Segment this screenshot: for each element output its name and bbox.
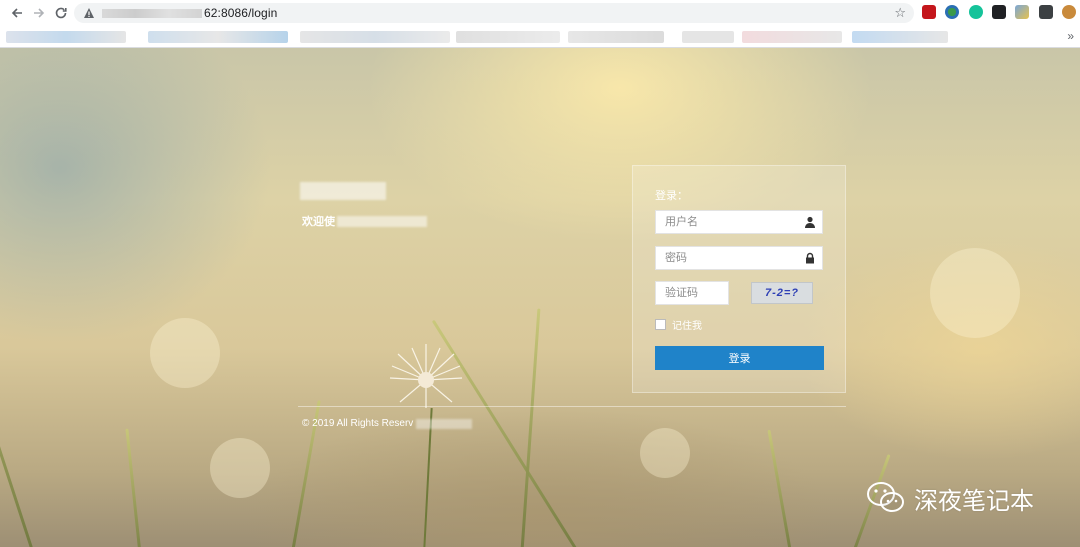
reload-icon[interactable]	[50, 2, 72, 24]
username-input[interactable]	[656, 211, 822, 233]
system-title-redacted	[300, 182, 386, 200]
login-form: 登录： 7-2=? 记住我 登录	[632, 165, 846, 393]
cookie-extension-icon[interactable]	[1062, 5, 1076, 19]
username-field[interactable]	[655, 210, 823, 234]
wechat-icon	[867, 482, 904, 512]
captcha-field[interactable]	[655, 281, 729, 305]
welcome-message: 欢迎使	[302, 213, 427, 229]
grass-blade	[767, 429, 793, 547]
bokeh-light	[210, 438, 270, 498]
globe-extension-icon[interactable]	[945, 5, 959, 19]
bookmark-item[interactable]	[568, 31, 664, 43]
copyright-redacted	[416, 418, 473, 429]
adblock-extension-icon[interactable]	[922, 5, 936, 19]
footer-divider	[298, 406, 846, 407]
dandelion-flower	[389, 344, 463, 408]
address-bar[interactable]: 62:8086/login ☆	[74, 3, 914, 23]
bookmark-item[interactable]	[682, 31, 734, 43]
bokeh-light	[150, 318, 220, 388]
captcha-input[interactable]	[656, 282, 728, 304]
grammarly-extension-icon[interactable]	[969, 5, 983, 19]
grass-blade	[125, 428, 143, 547]
browser-toolbar: 62:8086/login ☆	[0, 0, 1080, 26]
watermark-text: 深夜笔记本	[914, 486, 1034, 515]
grass-blade	[520, 308, 541, 547]
back-icon[interactable]	[6, 2, 28, 24]
bookmark-star-icon[interactable]: ☆	[894, 5, 906, 21]
bookmark-item[interactable]	[852, 31, 948, 43]
bokeh-light	[640, 428, 690, 478]
bookmark-item[interactable]	[456, 31, 560, 43]
bookmarks-bar: »	[0, 26, 1080, 48]
wechat-watermark: 深夜笔记本	[866, 480, 1034, 516]
welcome-redacted	[337, 215, 427, 227]
login-button[interactable]: 登录	[655, 346, 824, 370]
password-field[interactable]	[655, 246, 823, 270]
captcha-image[interactable]: 7-2=?	[751, 282, 813, 304]
copyright-text: © 2019 All Rights Reserv	[302, 418, 414, 429]
login-page: 欢迎使 登录： 7-2=? 记住我 登录 © 2019 All Rights R…	[0, 48, 1080, 547]
bookmark-item[interactable]	[300, 31, 450, 43]
bokeh-light	[930, 248, 1020, 338]
url-redacted	[102, 8, 202, 18]
captcha-image-text: 7-2=?	[764, 287, 800, 299]
remember-me-label: 记住我	[672, 321, 702, 332]
grass-blade	[0, 262, 33, 547]
bookmark-item[interactable]	[148, 31, 288, 43]
lock-icon	[806, 252, 814, 264]
window-extension-icon[interactable]	[992, 5, 1006, 19]
more-bookmarks-button[interactable]: »	[1067, 29, 1074, 43]
bookmark-item[interactable]	[742, 31, 842, 43]
bookmark-item[interactable]	[6, 31, 126, 43]
password-input[interactable]	[656, 247, 822, 269]
image-extension-icon[interactable]	[1015, 5, 1029, 19]
login-form-title: 登录：	[655, 190, 688, 202]
remember-me[interactable]: 记住我	[655, 317, 702, 332]
x-extension-icon[interactable]	[1039, 5, 1053, 19]
user-icon	[805, 216, 815, 228]
remember-me-checkbox[interactable]	[655, 319, 666, 330]
url-text: 62:8086/login	[204, 6, 278, 20]
forward-icon[interactable]	[28, 2, 50, 24]
footer: © 2019 All Rights Reserv	[302, 418, 473, 429]
welcome-prefix: 欢迎使	[302, 216, 335, 228]
not-secure-icon[interactable]	[82, 6, 96, 20]
